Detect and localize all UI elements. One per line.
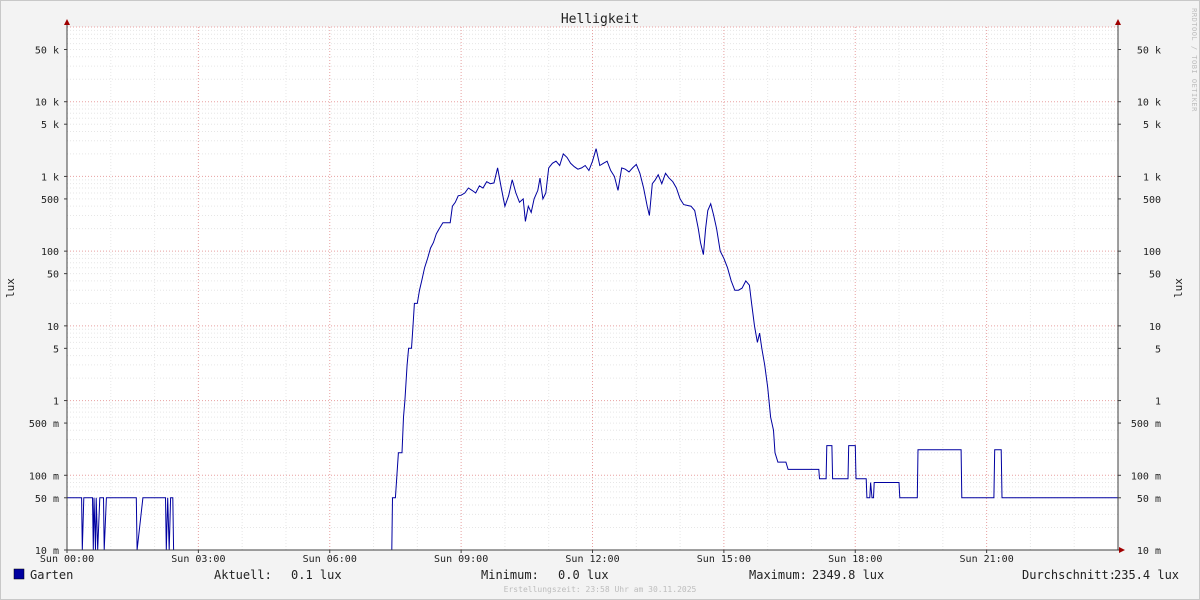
x-tick-label: Sun 03:00: [171, 554, 225, 565]
y-tick-label-right: 50 k: [1137, 45, 1161, 56]
y-tick-label-right: 100 m: [1131, 471, 1161, 482]
legend-swatch: [13, 568, 25, 580]
stat-max-label: Maximum:: [749, 568, 807, 582]
y-ticks-right: 50 k 10 k 5 k 1 k 500 100 50 10 5 1 500 m 100 m 50 m…: [1118, 45, 1161, 557]
y-tick-label-right: 1: [1155, 397, 1161, 408]
stat-min-value: 0.0 lux: [558, 568, 609, 582]
y-tick-label-left: 50 k: [35, 45, 59, 56]
y-tick-label-left: 1: [53, 397, 59, 408]
stat-min-label: Minimum:: [481, 568, 539, 582]
y-tick-label-left: 10 k: [35, 98, 59, 109]
y-tick-label-left: 5 k: [41, 120, 59, 131]
y-tick-label-left: 50: [47, 270, 59, 281]
brightness-chart: 50 k 10 k 5 k 1 k 500 100 50 10 5 1 500 m 100 m 50 m…: [4, 8, 1198, 594]
x-tick-label: Sun 12:00: [565, 554, 619, 565]
y-tick-label-left: 100 m: [29, 471, 59, 482]
y-axis-arrow-left: [64, 19, 70, 25]
x-tick-label: Sun 21:00: [960, 554, 1014, 565]
creation-time-footer: Erstellungszeit: 23:58 Uhr am 30.11.2025: [504, 585, 697, 594]
y-tick-label-right: 5: [1155, 344, 1161, 355]
y-tick-label-left: 10: [47, 322, 59, 333]
y-tick-label-right: 1 k: [1143, 172, 1161, 183]
y-tick-label-left: 50 m: [35, 494, 59, 505]
y-tick-label-right: 100: [1143, 247, 1161, 258]
y-tick-label-right: 50: [1149, 270, 1161, 281]
y-tick-label-left: 5: [53, 344, 59, 355]
x-tick-label: Sun 06:00: [303, 554, 357, 565]
y-tick-label-right: 5 k: [1143, 120, 1161, 131]
x-tick-label: Sun 00:00: [40, 554, 94, 565]
y-tick-label-right: 10 m: [1137, 546, 1161, 557]
stat-max-value: 2349.8 lux: [812, 568, 884, 582]
y-axis-label-right: lux: [1172, 278, 1185, 298]
stat-avg-value: 235.4 lux: [1114, 568, 1179, 582]
x-ticks: Sun 00:00 Sun 03:00 Sun 06:00 Sun 09:00 Sun …: [40, 550, 1014, 565]
y-tick-label-left: 500 m: [29, 419, 59, 430]
x-tick-label: Sun 18:00: [828, 554, 882, 565]
y-tick-label-right: 10: [1149, 322, 1161, 333]
y-tick-label-right: 50 m: [1137, 494, 1161, 505]
watermark: RRDTOOL / TOBI OETIKER: [1190, 8, 1198, 112]
y-axis-arrow-right: [1115, 19, 1121, 25]
chart-title: Helligkeit: [561, 12, 639, 27]
x-axis-arrow: [1119, 547, 1125, 553]
legend-series-label: Garten: [30, 568, 73, 582]
y-tick-label-left: 1 k: [41, 172, 59, 183]
y-tick-label-right: 10 k: [1137, 98, 1161, 109]
y-tick-label-right: 500 m: [1131, 419, 1161, 430]
stat-current-value: 0.1 lux: [291, 568, 342, 582]
y-ticks-left: 50 k 10 k 5 k 1 k 500 100 50 10 5 1 500 m 100 m 50 m…: [29, 45, 67, 557]
y-tick-label-right: 500: [1143, 195, 1161, 206]
stat-avg-label: Durchschnitt:: [1022, 568, 1116, 582]
y-axis-label-left: lux: [4, 278, 17, 298]
y-tick-label-left: 100: [41, 247, 59, 258]
y-tick-label-left: 500: [41, 195, 59, 206]
x-tick-label: Sun 09:00: [434, 554, 488, 565]
x-tick-label: Sun 15:00: [697, 554, 751, 565]
stat-current-label: Aktuell:: [214, 568, 272, 582]
